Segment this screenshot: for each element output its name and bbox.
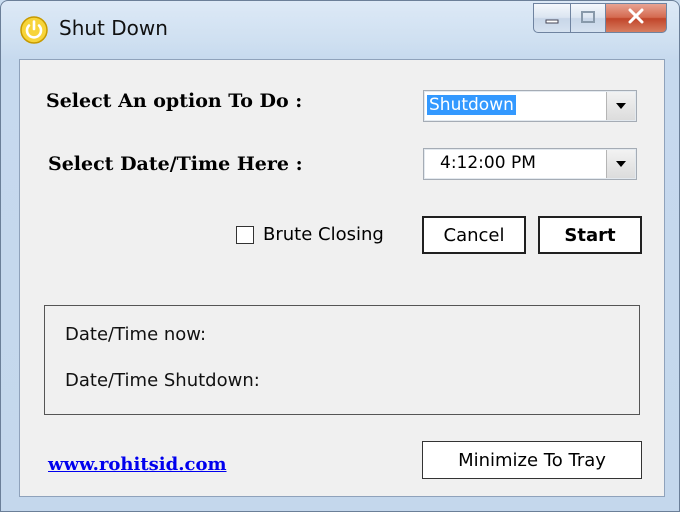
minimize-icon bbox=[544, 9, 560, 28]
datetime-now-label: Date/Time now: bbox=[65, 324, 207, 345]
website-link[interactable]: www.rohitsid.com bbox=[48, 454, 227, 475]
start-button[interactable]: Start bbox=[538, 216, 642, 254]
brute-closing-option[interactable]: Brute Closing bbox=[236, 224, 384, 245]
brute-closing-label[interactable]: Brute Closing bbox=[263, 224, 384, 245]
maximize-icon bbox=[580, 9, 596, 28]
datetime-picker[interactable]: 4:12:00 PM bbox=[423, 148, 637, 180]
option-label: Select An option To Do : bbox=[46, 90, 303, 112]
app-window: Shut Down Select An option To Do: Shutd… bbox=[0, 0, 680, 512]
power-icon bbox=[19, 15, 49, 45]
option-select[interactable]: Shutdown bbox=[423, 90, 637, 122]
chevron-down-icon[interactable] bbox=[606, 92, 635, 120]
status-group: Date/Time now: Date/Time Shutdown: bbox=[44, 305, 640, 415]
close-icon bbox=[627, 8, 645, 28]
cancel-button[interactable]: Cancel bbox=[422, 216, 526, 254]
minimize-to-tray-button[interactable]: Minimize To Tray bbox=[422, 441, 642, 479]
close-button[interactable] bbox=[605, 3, 667, 33]
caption-buttons bbox=[533, 3, 667, 33]
maximize-button[interactable] bbox=[570, 3, 605, 33]
title-bar[interactable]: Shut Down bbox=[1, 1, 679, 59]
window-title: Shut Down bbox=[59, 16, 168, 40]
chevron-down-icon[interactable] bbox=[606, 150, 635, 178]
datetime-picker-value: 4:12:00 PM bbox=[440, 153, 536, 173]
brute-closing-checkbox[interactable] bbox=[236, 225, 254, 244]
option-select-value: Shutdown bbox=[427, 95, 516, 115]
datetime-label: Select Date/Time Here : bbox=[48, 153, 303, 175]
client-area: Select An option To Do : Shutdown Select… bbox=[19, 59, 665, 497]
minimize-button[interactable] bbox=[533, 3, 570, 33]
datetime-shutdown-label: Date/Time Shutdown: bbox=[65, 370, 260, 391]
